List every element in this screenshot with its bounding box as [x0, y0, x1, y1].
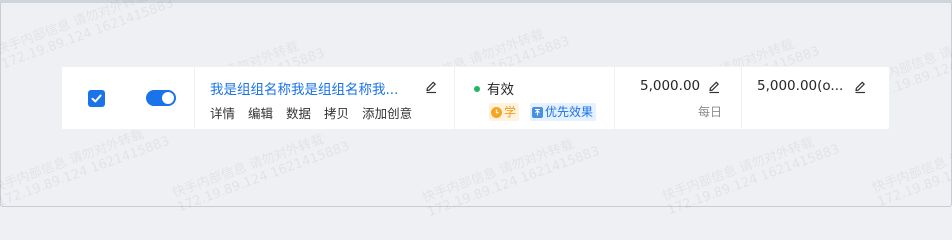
column-divider: [454, 67, 455, 129]
edit-icon[interactable]: [424, 80, 438, 94]
check-icon: [91, 94, 102, 103]
clock-icon: [491, 106, 502, 118]
add-creative-link[interactable]: 添加创意: [362, 106, 412, 121]
column-divider: [194, 67, 195, 129]
column-divider: [614, 67, 615, 129]
edit-icon[interactable]: [707, 80, 721, 94]
operations-bar: 详情 编辑 数据 拷贝 添加创意: [210, 103, 425, 122]
toggle-knob: [162, 92, 174, 104]
edit-link[interactable]: 编辑: [248, 106, 273, 121]
data-link[interactable]: 数据: [286, 106, 311, 121]
group-name-link[interactable]: 我是组组名称我是组组名称我...: [210, 78, 418, 98]
status-text: 有效: [487, 82, 514, 98]
bid-period: 每日: [698, 105, 723, 119]
learning-tag: 学: [489, 103, 520, 121]
copy-link[interactable]: 拷贝: [324, 106, 349, 121]
edit-icon[interactable]: [853, 80, 867, 94]
top-strip: [0, 0, 952, 3]
column-divider: [741, 67, 742, 129]
enable-toggle[interactable]: [146, 90, 176, 106]
row-checkbox[interactable]: [88, 90, 105, 107]
detail-link[interactable]: 详情: [210, 106, 235, 121]
learning-tag-label: 学: [504, 105, 517, 119]
table-row: 我是组组名称我是组组名称我... 详情 编辑 数据 拷贝 添加创意 有效 学 优先效果 …: [62, 67, 889, 129]
bid-value: 5,000.00: [640, 78, 701, 94]
priority-tag-label: 优先效果: [545, 105, 594, 119]
status-dot: [474, 86, 480, 92]
priority-tag: 优先效果: [530, 103, 597, 121]
priority-icon: [532, 106, 543, 118]
budget-value: 5,000.00(o...: [757, 78, 844, 94]
